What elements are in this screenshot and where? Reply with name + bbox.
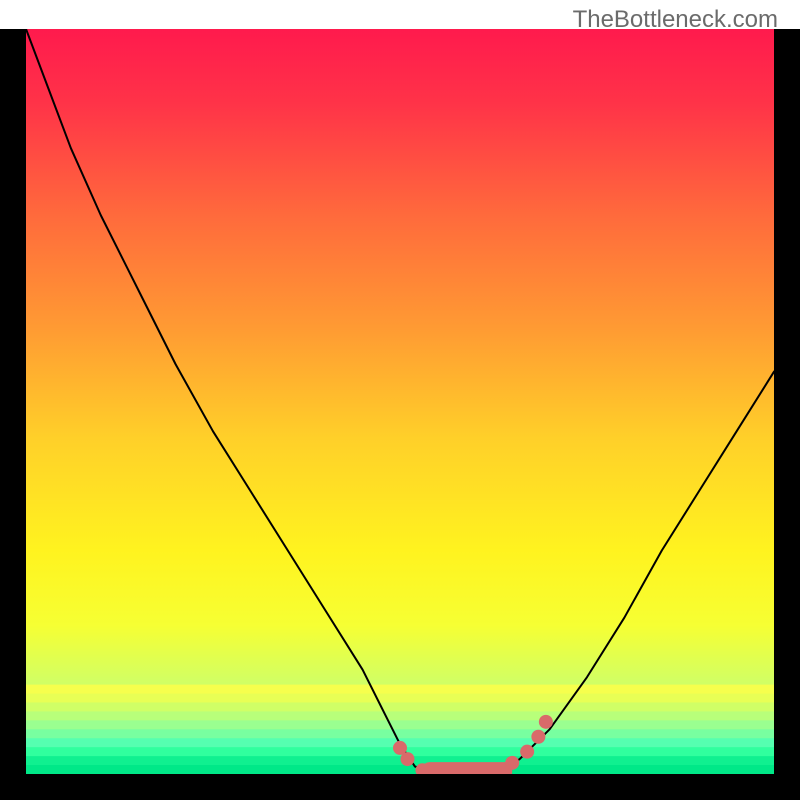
plot-area: [26, 29, 774, 774]
gradient-stripe: [26, 756, 774, 765]
watermark-text: TheBottleneck.com: [573, 6, 778, 34]
highlight-dot: [505, 756, 519, 770]
gradient-stripe: [26, 720, 774, 729]
gradient-stripe: [26, 694, 774, 703]
gradient-stripe: [26, 702, 774, 711]
highlight-dot: [520, 745, 534, 759]
chart-svg: [26, 29, 774, 774]
chart-frame: [0, 29, 800, 800]
highlight-dot: [531, 730, 545, 744]
page-root: TheBottleneck.com: [0, 0, 800, 800]
gradient-stripe: [26, 765, 774, 774]
gradient-stripe: [26, 685, 774, 694]
gradient-background: [26, 29, 774, 774]
gradient-stripe: [26, 711, 774, 720]
gradient-stripe: [26, 729, 774, 738]
highlight-dot: [400, 752, 414, 766]
highlight-dot: [539, 715, 553, 729]
